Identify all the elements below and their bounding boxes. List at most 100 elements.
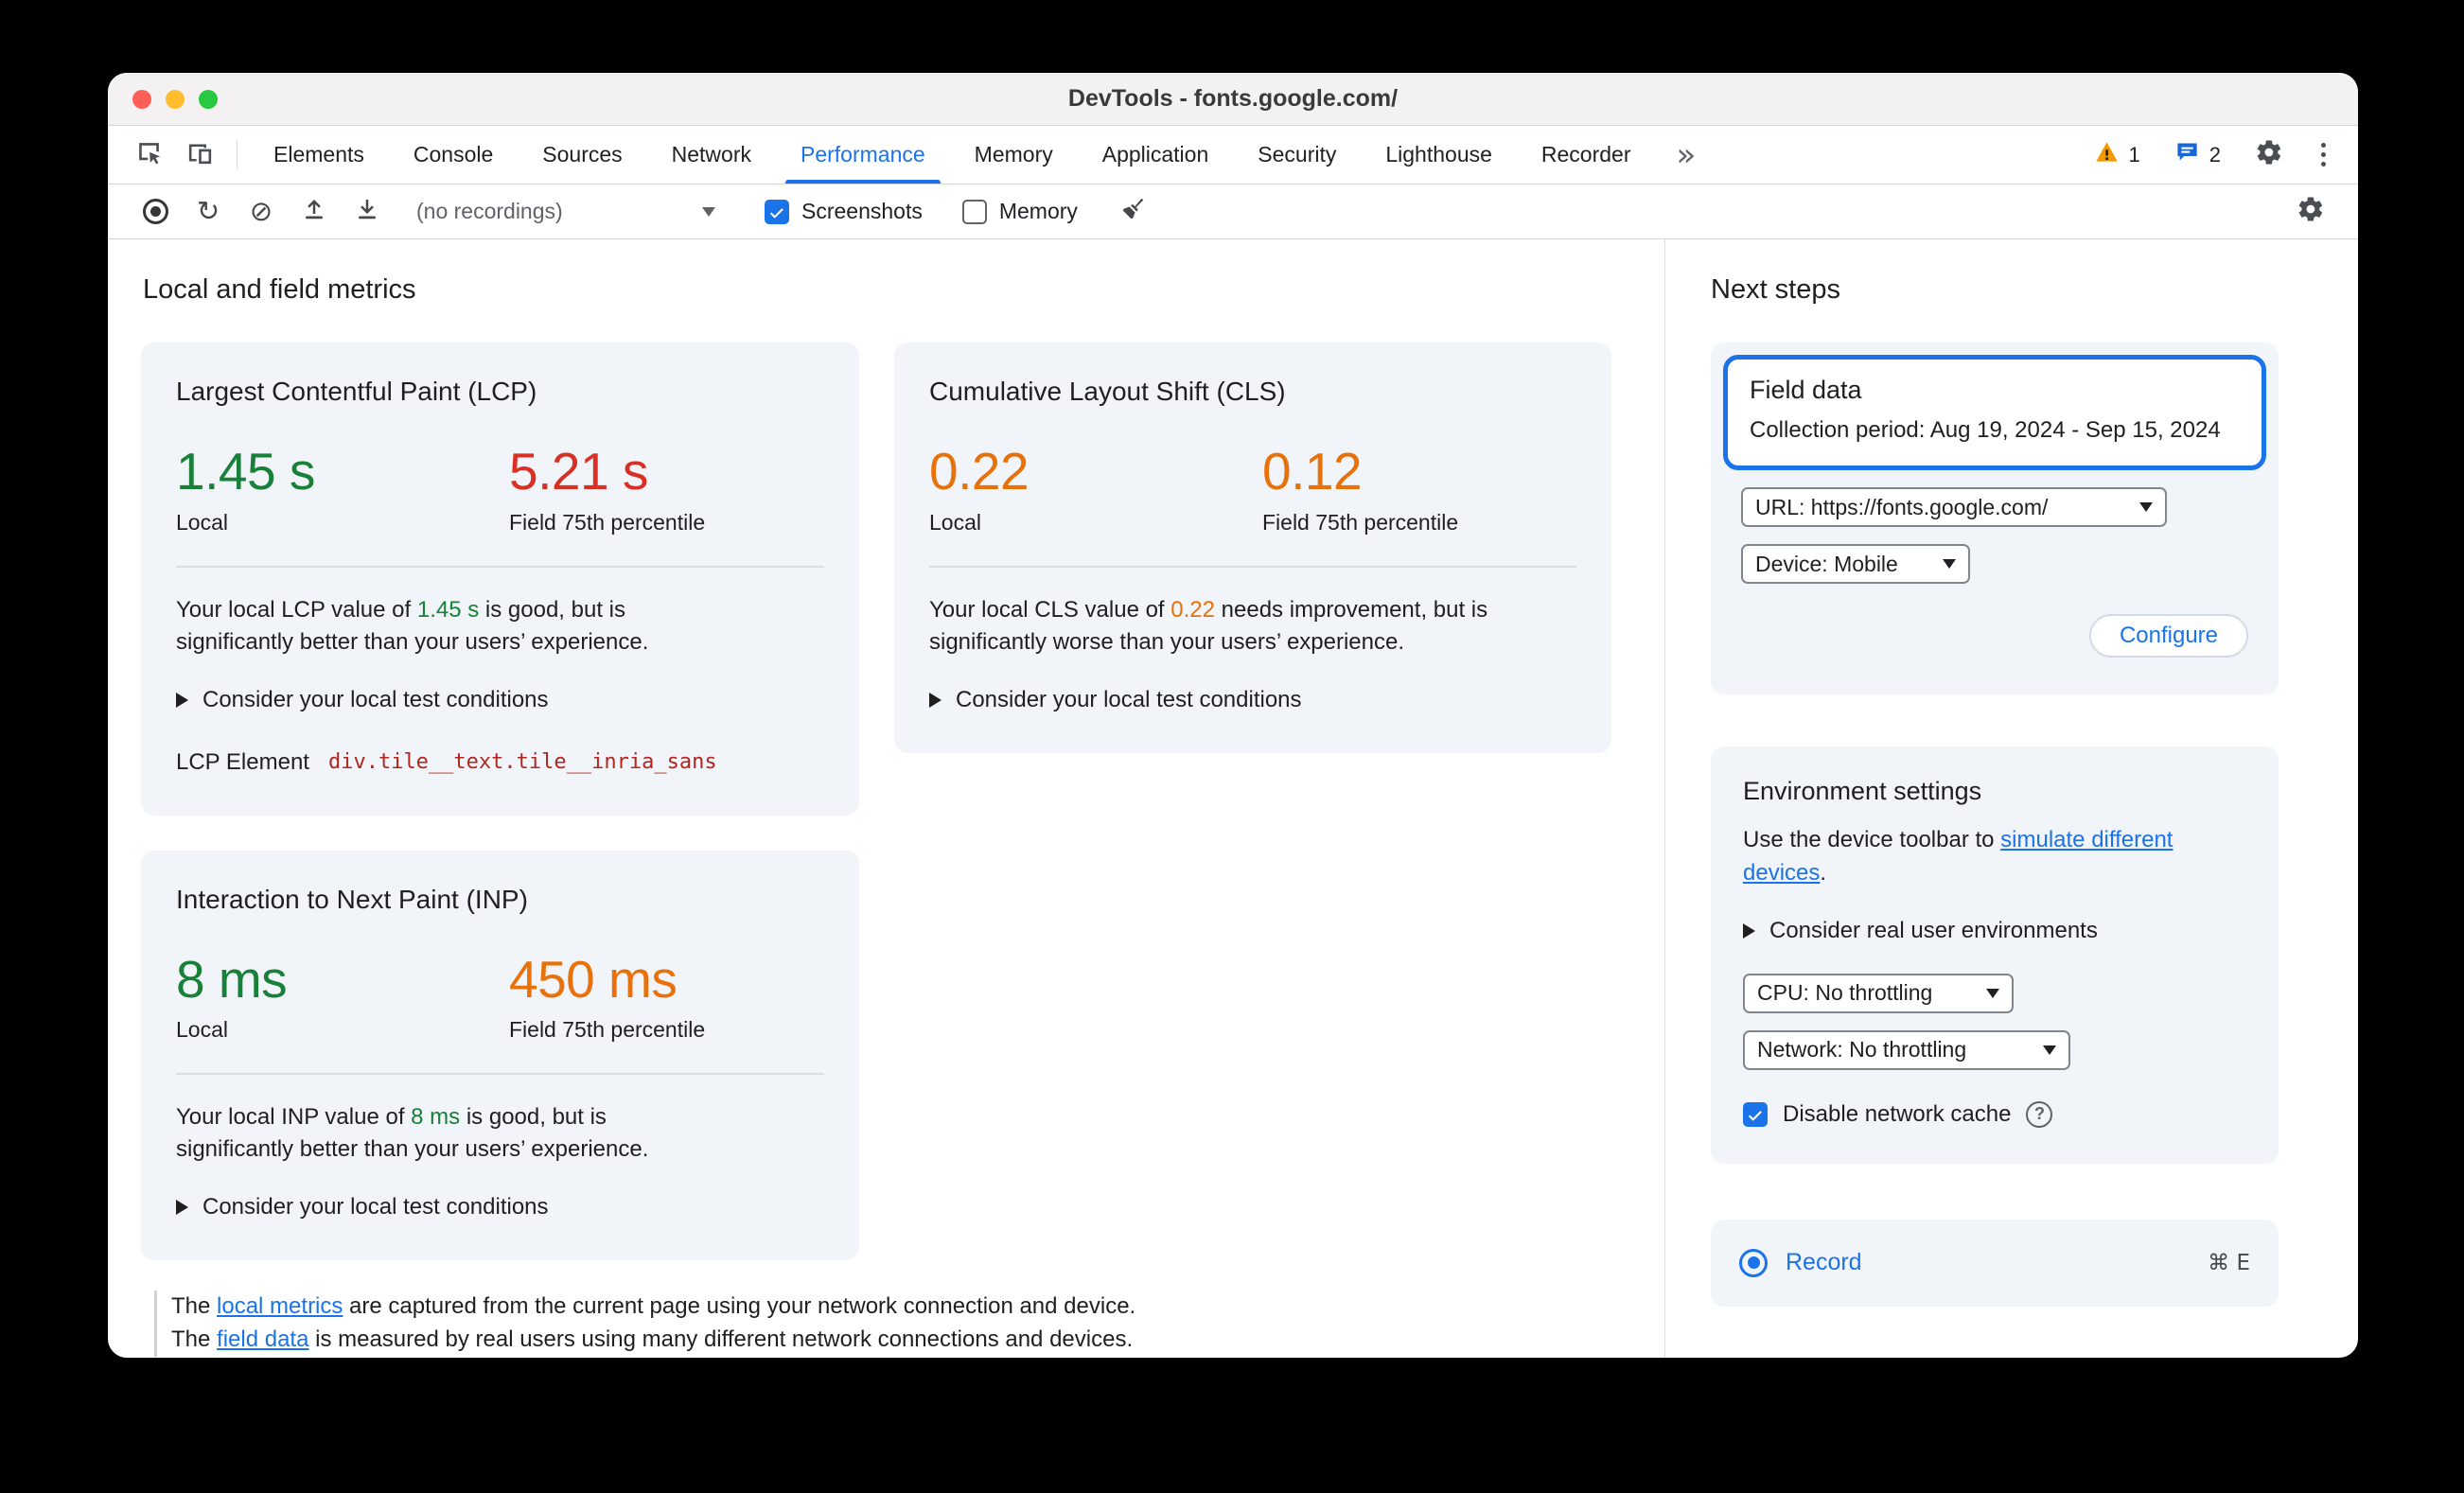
environment-settings-text: Use the device toolbar to simulate diffe… xyxy=(1743,827,2174,886)
url-select[interactable]: URL: https://fonts.google.com/ xyxy=(1741,487,2167,528)
record-toggle-button[interactable] xyxy=(129,190,182,234)
disclosure-triangle-icon xyxy=(929,692,942,708)
upload-icon xyxy=(300,195,328,228)
tab-security[interactable]: Security xyxy=(1233,126,1361,184)
tab-sources[interactable]: Sources xyxy=(518,126,646,184)
cls-desc-value: 0.22 xyxy=(1170,596,1215,623)
record-button[interactable]: Record ⌘ E xyxy=(1711,1219,2279,1307)
screenshots-checkbox[interactable] xyxy=(765,199,789,224)
zoom-button[interactable] xyxy=(199,90,218,109)
inp-field-value: 450 ms xyxy=(509,949,678,1009)
lcp-element-label: LCP Element xyxy=(176,748,309,775)
warnings-badge[interactable]: 1 xyxy=(2094,139,2140,170)
panel-tabs: Elements Console Sources Network Perform… xyxy=(249,126,1656,184)
lcp-card: Largest Contentful Paint (LCP) 1.45 s Lo… xyxy=(141,343,859,816)
clear-icon: ⊘ xyxy=(249,195,273,227)
real-user-environments-disclosure[interactable]: Consider real user environments xyxy=(1743,918,2246,944)
device-toolbar-icon xyxy=(185,138,215,172)
field-data-link[interactable]: field data xyxy=(217,1326,308,1352)
help-icon[interactable]: ? xyxy=(2026,1100,2053,1128)
divider xyxy=(929,565,1576,568)
inp-field-label: Field 75th percentile xyxy=(509,1017,706,1043)
cls-local-value: 0.22 xyxy=(929,442,1030,501)
inp-values: 8 ms Local 450 ms Field 75th percentile xyxy=(176,951,824,1044)
metrics-footnote: The local metrics are captured from the … xyxy=(154,1291,1664,1357)
lcp-description: Your local LCP value of 1.45 s is good, … xyxy=(176,596,649,655)
check-icon xyxy=(1748,1110,1762,1121)
inspect-element-button[interactable] xyxy=(123,126,174,184)
collect-garbage-button[interactable] xyxy=(1106,190,1159,234)
inp-test-conditions-disclosure[interactable]: Consider your local test conditions xyxy=(176,1194,824,1221)
gear-icon xyxy=(2255,138,2283,171)
record-radio-icon xyxy=(1739,1248,1768,1277)
reload-and-record-button[interactable]: ↻ xyxy=(182,190,235,234)
minimize-button[interactable] xyxy=(166,90,185,109)
lcp-desc-value: 1.45 s xyxy=(416,596,480,623)
tab-recorder[interactable]: Recorder xyxy=(1517,126,1656,184)
inp-local-column: 8 ms Local xyxy=(176,951,509,1044)
record-icon xyxy=(142,199,168,224)
more-tabs-button[interactable]: » xyxy=(1656,126,1717,184)
window-controls xyxy=(132,90,218,109)
broom-icon xyxy=(1118,195,1147,228)
load-profile-button[interactable] xyxy=(288,190,341,234)
configure-button[interactable]: Configure xyxy=(2088,614,2248,659)
gear-icon xyxy=(2297,195,2325,228)
inp-field-column: 450 ms Field 75th percentile xyxy=(509,951,705,1044)
tab-application[interactable]: Application xyxy=(1078,126,1234,184)
tab-console[interactable]: Console xyxy=(389,126,518,184)
devtools-menu-button[interactable] xyxy=(2317,143,2330,167)
devtools-settings-button[interactable] xyxy=(2255,138,2283,171)
cls-values: 0.22 Local 0.12 Field 75th percentile xyxy=(929,443,1576,536)
device-toolbar-button[interactable] xyxy=(174,126,225,184)
reload-icon: ↻ xyxy=(196,195,220,227)
disclosure-triangle-icon xyxy=(176,1200,188,1216)
lcp-field-column: 5.21 s Field 75th percentile xyxy=(509,443,705,536)
tab-elements[interactable]: Elements xyxy=(249,126,389,184)
inp-title: Interaction to Next Paint (INP) xyxy=(176,884,528,914)
window-title: DevTools - fonts.google.com/ xyxy=(1067,85,1399,112)
cpu-throttling-select[interactable]: CPU: No throttling xyxy=(1743,973,2014,1013)
tab-network[interactable]: Network xyxy=(647,126,776,184)
local-field-metrics-pane: Local and field metrics Largest Contentf… xyxy=(108,239,1664,1358)
network-throttling-select[interactable]: Network: No throttling xyxy=(1743,1029,2070,1070)
memory-label[interactable]: Memory xyxy=(999,199,1078,224)
download-icon xyxy=(353,195,381,228)
cls-local-column: 0.22 Local xyxy=(929,443,1262,536)
disable-cache-checkbox[interactable] xyxy=(1743,1101,1768,1127)
screenshots-label[interactable]: Screenshots xyxy=(801,199,923,224)
local-metrics-link[interactable]: local metrics xyxy=(217,1293,343,1319)
tabbar-right-controls: 1 2 xyxy=(2094,126,2359,184)
lcp-element-link[interactable]: div.tile__text.tile__inria_sans xyxy=(328,750,717,774)
cls-test-conditions-disclosure[interactable]: Consider your local test conditions xyxy=(929,687,1576,713)
tab-lighthouse[interactable]: Lighthouse xyxy=(1361,126,1517,184)
disable-cache-label[interactable]: Disable network cache xyxy=(1783,1101,2011,1128)
tab-performance[interactable]: Performance xyxy=(776,126,950,184)
chevron-down-icon xyxy=(702,206,715,217)
save-profile-button[interactable] xyxy=(341,190,394,234)
window-titlebar: DevTools - fonts.google.com/ xyxy=(108,73,2358,126)
cls-field-value: 0.12 xyxy=(1262,442,1363,501)
cls-description: Your local CLS value of 0.22 needs impro… xyxy=(929,596,1488,655)
issues-icon xyxy=(2174,139,2200,170)
lcp-field-value: 5.21 s xyxy=(509,442,648,501)
tab-memory[interactable]: Memory xyxy=(950,126,1078,184)
panel-settings-button[interactable] xyxy=(2284,190,2337,234)
environment-settings-card: Environment settings Use the device tool… xyxy=(1711,746,2279,1164)
issues-badge[interactable]: 2 xyxy=(2174,139,2221,170)
lcp-test-conditions-disclosure[interactable]: Consider your local test conditions xyxy=(176,687,824,713)
recordings-dropdown[interactable]: (no recordings) xyxy=(407,192,725,232)
lcp-local-column: 1.45 s Local xyxy=(176,443,509,536)
screenshots-checkbox-row: Screenshots xyxy=(765,199,923,224)
field-data-card: Field data Collection period: Aug 19, 20… xyxy=(1711,343,2279,695)
chevron-down-icon xyxy=(2139,502,2153,513)
lcp-title: Largest Contentful Paint (LCP) xyxy=(176,377,537,406)
kebab-icon xyxy=(2321,152,2326,157)
chevron-down-icon xyxy=(1943,559,1956,570)
device-select[interactable]: Device: Mobile xyxy=(1741,544,1970,585)
memory-checkbox[interactable] xyxy=(961,199,987,224)
close-button[interactable] xyxy=(132,90,151,109)
clear-recordings-button[interactable]: ⊘ xyxy=(235,190,288,234)
divider xyxy=(176,1073,824,1076)
divider xyxy=(176,565,824,568)
